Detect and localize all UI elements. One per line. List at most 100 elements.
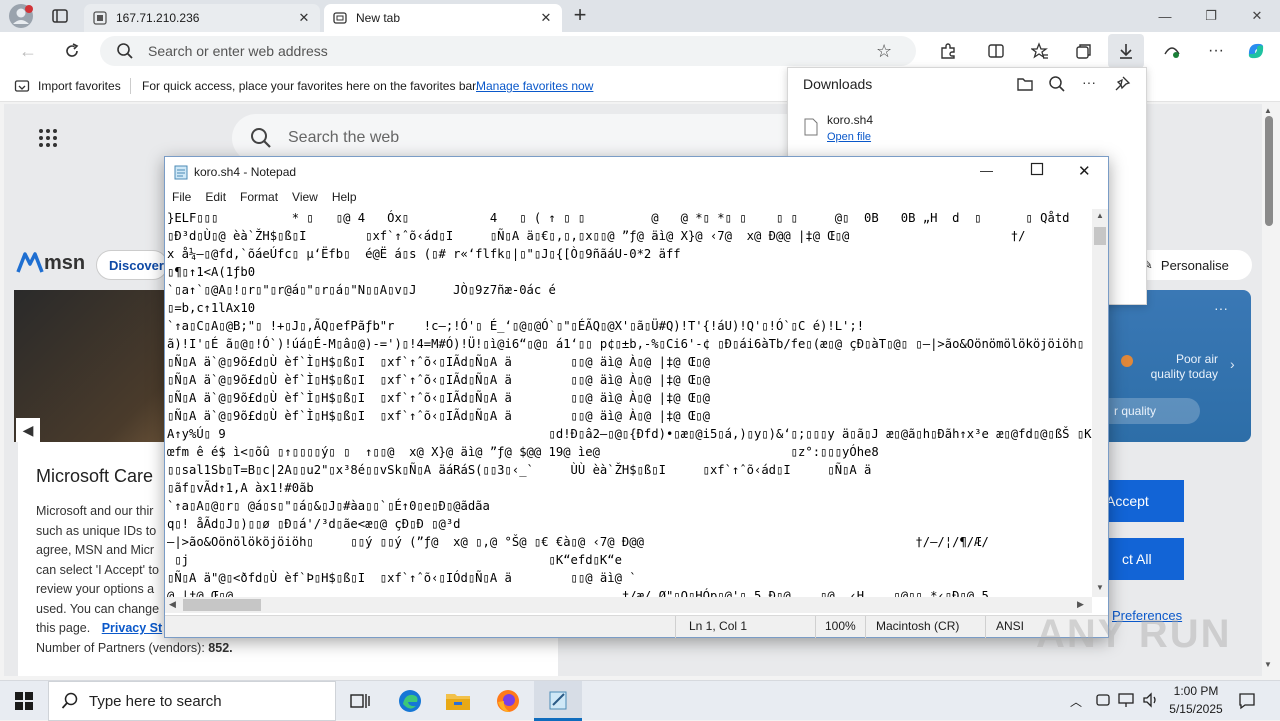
downloads-title: Downloads xyxy=(803,76,873,92)
download-file-name[interactable]: koro.sh4 xyxy=(827,113,873,127)
tab-new-tab[interactable]: New tab ✕ xyxy=(324,4,562,32)
msn-logo-text: msn xyxy=(44,252,86,274)
profile-avatar[interactable] xyxy=(8,3,36,29)
open-file-link[interactable]: Open file xyxy=(827,131,871,143)
import-favorites-button[interactable]: Import favorites xyxy=(38,79,121,93)
encoding: ANSI xyxy=(996,619,1025,633)
air-quality-icon xyxy=(1120,354,1134,368)
carousel-prev-icon[interactable]: ◀ xyxy=(16,418,40,442)
split-screen-icon[interactable] xyxy=(982,37,1010,65)
refresh-icon[interactable] xyxy=(58,37,86,65)
favorites-icon[interactable] xyxy=(1026,37,1054,65)
menu-file[interactable]: File xyxy=(165,190,198,204)
copilot-icon[interactable] xyxy=(1242,37,1270,65)
reject-all-button[interactable]: ct All xyxy=(1104,538,1184,580)
new-tab-plus-icon[interactable]: + xyxy=(568,4,592,28)
collections-icon[interactable] xyxy=(1070,37,1098,65)
text-line: ▯Ð³d▯Ù▯@ èà`ŽH$▯ß▯I ▯xf`↑ˆõ‹ád▯I ▯Ñ▯A ä▯… xyxy=(167,229,1026,243)
menu-edit[interactable]: Edit xyxy=(198,190,233,204)
vertical-scroll-thumb[interactable] xyxy=(1094,227,1106,245)
notepad-title-bar[interactable]: koro.sh4 - Notepad — ✕ xyxy=(165,157,1108,187)
favorites-bar-message: For quick access, place your favorites h… xyxy=(142,79,479,93)
scroll-down-icon[interactable]: ▼ xyxy=(1096,583,1104,592)
msn-logo[interactable] xyxy=(16,250,44,274)
downloads-icon[interactable] xyxy=(1108,34,1144,68)
text-line: @ |‡@ Œ▯@ †/æ/ Ø"▯O▯HÓp▯@'▯ 5 Ð▯@ ▯@ ‹H … xyxy=(167,589,989,597)
notepad-text-area[interactable]: }ELF▯▯▯ * ▯ ▯@ 4 Óx▯ 4 ▯ ( ↑ ▯ ▯ @ @ *▯ … xyxy=(167,209,1097,597)
consent-title: Microsoft Care xyxy=(36,466,154,486)
restore-icon[interactable]: ❐ xyxy=(1188,0,1234,32)
task-view-icon[interactable] xyxy=(336,681,384,721)
app-launcher-icon[interactable] xyxy=(38,128,58,148)
performance-icon[interactable] xyxy=(1158,37,1186,65)
network-icon[interactable] xyxy=(1117,691,1135,709)
extensions-icon[interactable] xyxy=(934,37,962,65)
menu-format[interactable]: Format xyxy=(233,190,285,204)
address-bar[interactable]: Search or enter web address ☆ xyxy=(100,36,916,66)
chevron-right-icon[interactable]: › xyxy=(1230,356,1235,372)
scroll-up-icon[interactable]: ▲ xyxy=(1096,211,1104,220)
notepad-title: koro.sh4 - Notepad xyxy=(194,165,297,179)
favorite-star-icon[interactable]: ☆ xyxy=(876,41,892,62)
tab-actions-icon[interactable] xyxy=(50,6,72,26)
notepad-taskbar-icon[interactable] xyxy=(534,681,582,721)
firefox-icon[interactable] xyxy=(484,681,532,721)
scroll-down-icon[interactable]: ▼ xyxy=(1264,660,1272,669)
text-line: A↑y%Ú▯ 9 ▯d!Ð▯â2–▯@▯{Ðfd)•▯æ▯@i5▯á,)▯y▯)… xyxy=(167,427,1097,441)
start-button[interactable] xyxy=(0,681,48,721)
search-icon xyxy=(250,127,272,149)
clock-date[interactable]: 5/15/2025 xyxy=(1164,702,1228,716)
scroll-left-icon[interactable]: ◀ xyxy=(169,599,176,610)
tab-remote-host[interactable]: 167.71.210.236 ✕ xyxy=(84,4,320,32)
weather-card[interactable]: ··· Poor air quality today › r quality xyxy=(1108,290,1251,442)
edge-taskbar-icon[interactable] xyxy=(386,681,434,721)
tab-label: New tab xyxy=(356,11,401,25)
text-line: ▯Ñ▯A ä`@▯9õ£d▯Ù èf`Ì▯H$▯ß▯I ▯xf`↑ˆõ‹▯IÃd… xyxy=(167,391,710,405)
search-downloads-icon[interactable] xyxy=(1048,75,1066,93)
notepad-vertical-scrollbar[interactable]: ▲ ▼ xyxy=(1092,209,1108,597)
chevron-up-icon[interactable]: ︿ xyxy=(1070,693,1082,710)
zoom-level: 100% xyxy=(825,619,856,633)
manage-favorites-link[interactable]: Manage favorites now xyxy=(476,79,593,93)
menu-view[interactable]: View xyxy=(285,190,325,204)
file-explorer-icon[interactable] xyxy=(434,681,482,721)
privacy-statement-link[interactable]: Privacy St xyxy=(102,621,162,635)
clock-time[interactable]: 1:00 PM xyxy=(1168,684,1224,698)
close-icon[interactable]: ✕ xyxy=(1078,162,1091,180)
divider xyxy=(130,78,131,94)
pin-icon[interactable] xyxy=(1113,75,1131,93)
taskbar-search-box[interactable]: Type here to search xyxy=(48,681,336,721)
volume-icon[interactable] xyxy=(1142,691,1160,709)
page-scrollbar-thumb[interactable] xyxy=(1265,116,1273,226)
personalise-button[interactable]: ✎ Personalise xyxy=(1132,250,1252,280)
text-line: ▯ãf▯vÃd↑1,A àx1!#0ãb xyxy=(167,481,314,495)
personalise-label: Personalise xyxy=(1160,257,1229,273)
divider xyxy=(675,616,676,638)
meet-now-icon[interactable] xyxy=(1095,691,1111,709)
menu-help[interactable]: Help xyxy=(325,190,364,204)
close-tab-icon[interactable]: ✕ xyxy=(538,10,554,26)
more-icon[interactable]: ··· xyxy=(1214,300,1228,316)
open-folder-icon[interactable] xyxy=(1016,75,1034,93)
notifications-icon[interactable] xyxy=(1238,692,1256,710)
scroll-up-icon[interactable]: ▲ xyxy=(1264,106,1272,115)
text-line: ã)!I'▯É ã▯@▯!Ó`)!úá▯É-M▯â▯@)-=')▯!4=M#Ó)… xyxy=(167,337,1085,351)
more-options-icon[interactable]: ··· xyxy=(1202,37,1230,65)
accept-button[interactable]: Accept xyxy=(1104,480,1184,522)
close-tab-icon[interactable]: ✕ xyxy=(296,10,312,26)
scroll-right-icon[interactable]: ▶ xyxy=(1077,599,1084,610)
air-quality-chip[interactable]: r quality xyxy=(1108,398,1200,424)
text-line: ▯▯sal1Sb▯T=B▯c|2A▯▯u2"▯x³8é▯▯vSk▯Ñ▯A äáR… xyxy=(167,463,872,477)
minimize-icon[interactable]: — xyxy=(980,163,993,178)
import-icon xyxy=(14,78,30,94)
text-line: ▯=b,c↑1lAx10 xyxy=(167,301,256,315)
back-icon[interactable]: ← xyxy=(14,37,42,65)
maximize-icon[interactable] xyxy=(1030,162,1044,176)
minimize-icon[interactable]: — xyxy=(1142,0,1188,32)
discover-button[interactable]: Discover xyxy=(96,250,168,280)
more-options-icon[interactable]: ··· xyxy=(1082,74,1096,90)
notepad-horizontal-scrollbar[interactable]: ◀ ▶ xyxy=(165,597,1092,613)
page-scrollbar[interactable]: ▲ ▼ xyxy=(1262,104,1276,676)
horizontal-scroll-thumb[interactable] xyxy=(183,599,261,611)
close-window-icon[interactable]: ✕ xyxy=(1234,0,1280,32)
